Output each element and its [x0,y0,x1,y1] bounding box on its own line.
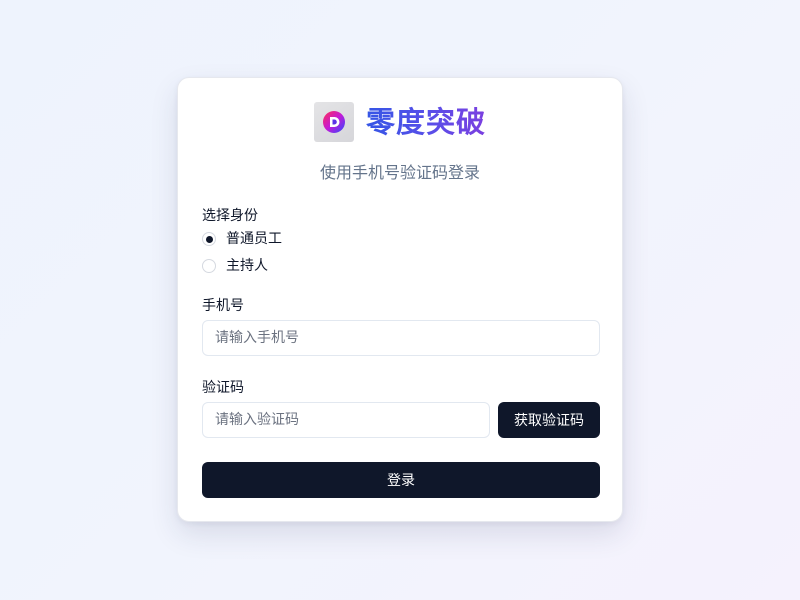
login-button[interactable]: 登录 [202,462,600,498]
brand-name: 零度突破 [366,102,486,142]
phone-label: 手机号 [202,298,244,314]
login-subtitle: 使用手机号验证码登录 [319,163,480,182]
role-option-host[interactable]: 主持人 [202,257,268,275]
role-label: 选择身份 [202,208,258,224]
brand-logo-mark [323,111,345,133]
radio-button-checked[interactable] [202,232,216,246]
role-option-label: 主持人 [226,258,268,274]
radio-dot [205,235,213,243]
send-code-button[interactable]: 获取验证码 [498,402,600,438]
brand-logo-icon [314,102,354,142]
radio-button[interactable] [202,259,216,273]
phone-input[interactable] [202,320,600,356]
brand: 零度突破 [314,102,486,142]
role-option-label: 普通员工 [226,231,282,247]
login-card: 零度突破 使用手机号验证码登录 选择身份 普通员工 主持人 手机号 验证码 获取… [177,77,623,522]
code-input[interactable] [202,402,490,438]
code-label: 验证码 [202,380,244,396]
role-option-employee[interactable]: 普通员工 [202,230,282,248]
